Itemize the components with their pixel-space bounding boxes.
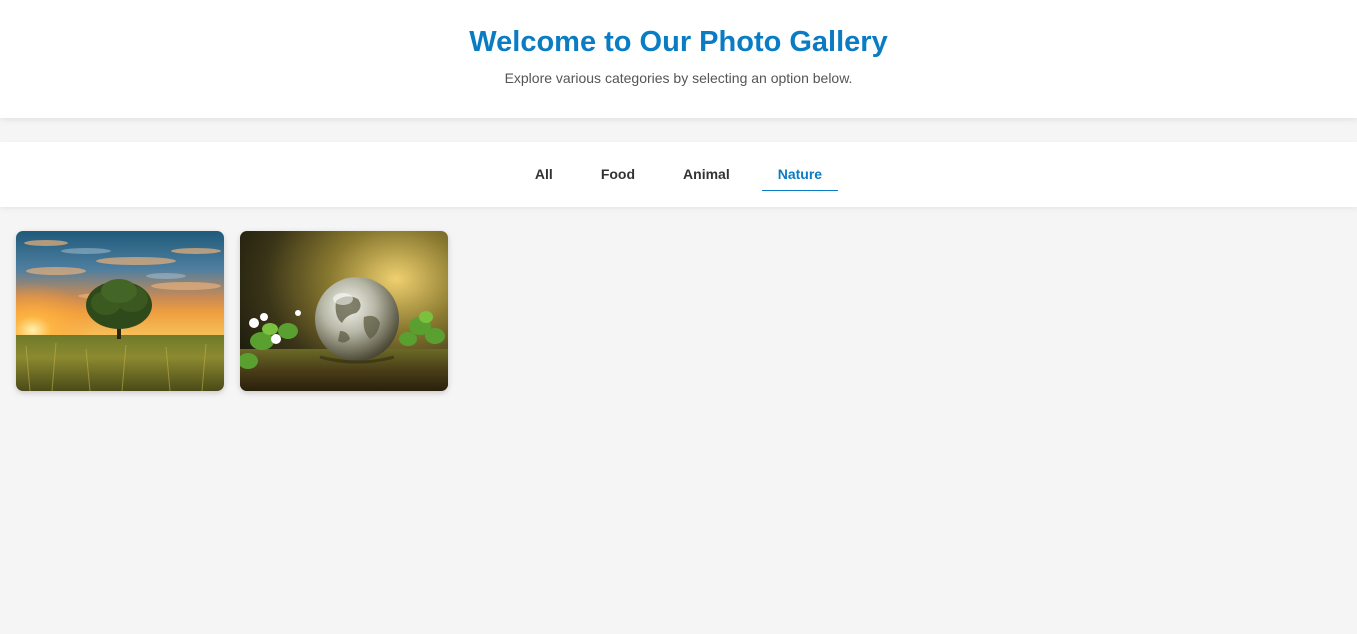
page-title: Welcome to Our Photo Gallery xyxy=(469,26,888,58)
tab-all[interactable]: All xyxy=(519,158,569,191)
gallery-card-tree-sunset[interactable] xyxy=(16,231,224,391)
page-subtitle: Explore various categories by selecting … xyxy=(504,70,853,86)
tree-sunset-image xyxy=(16,231,224,391)
glass-globe-image xyxy=(240,231,448,391)
category-filter-bar: All Food Animal Nature xyxy=(0,142,1357,207)
gallery-card-glass-globe[interactable] xyxy=(240,231,448,391)
photo-gallery-grid xyxy=(16,231,448,391)
tab-animal[interactable]: Animal xyxy=(667,158,746,191)
page-header: Welcome to Our Photo Gallery Explore var… xyxy=(0,0,1357,118)
category-tabs: All Food Animal Nature xyxy=(0,142,1357,207)
tab-food[interactable]: Food xyxy=(585,158,651,191)
tab-nature[interactable]: Nature xyxy=(761,158,839,191)
